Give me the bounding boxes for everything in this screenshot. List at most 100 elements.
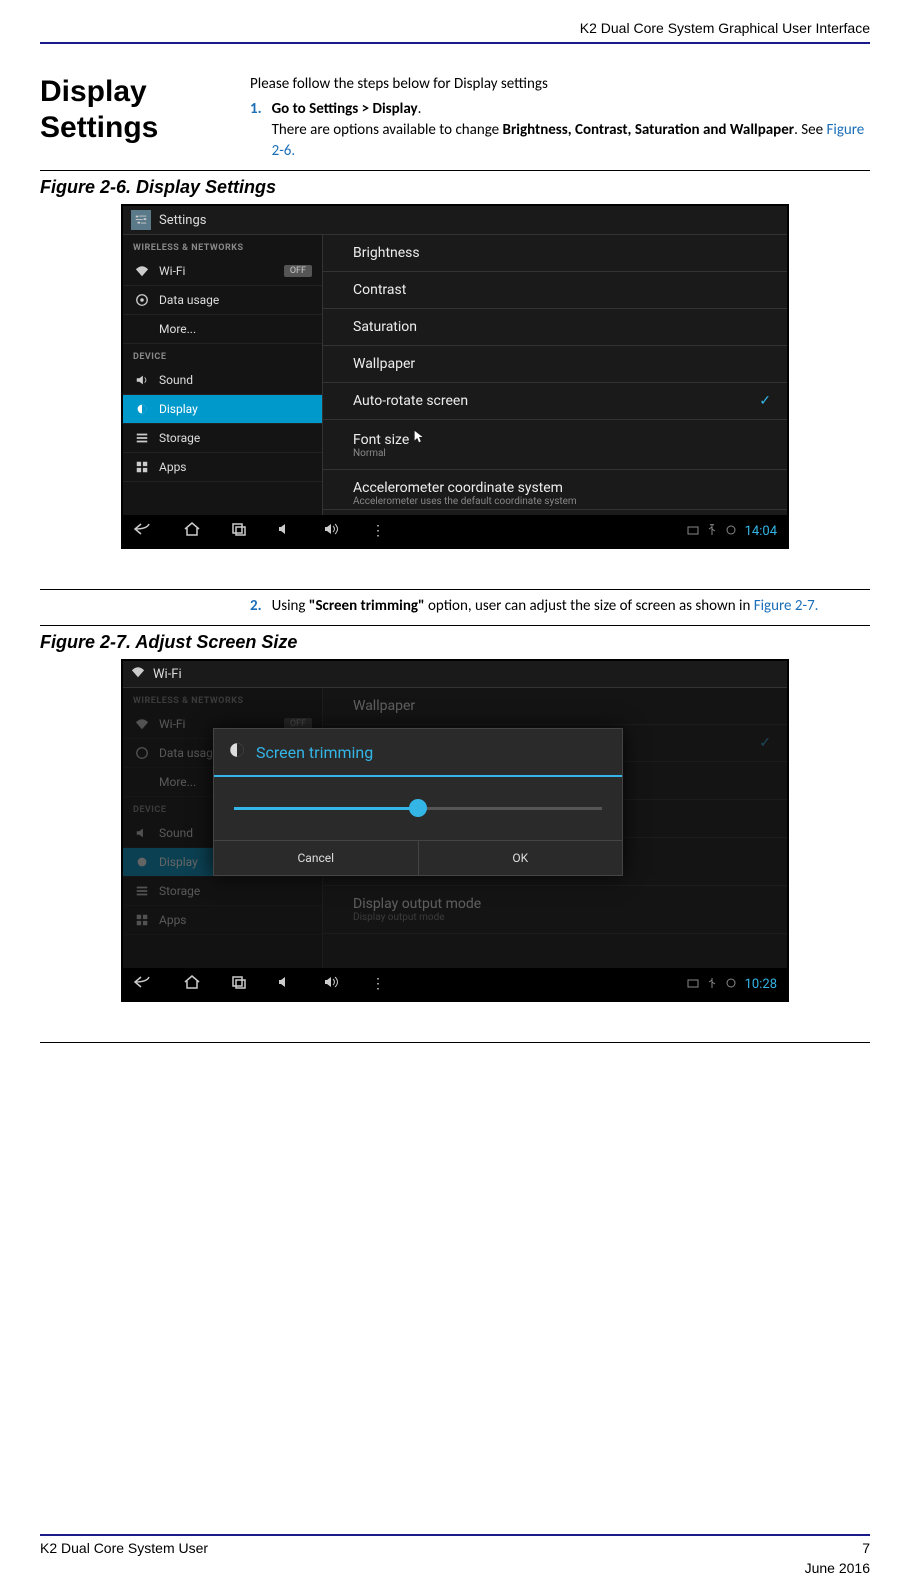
step2-a: Using	[272, 597, 309, 615]
sidebar-item-storage[interactable]: Storage	[123, 424, 322, 453]
rule	[40, 625, 870, 626]
figure-link[interactable]: Figure 2-7.	[754, 597, 819, 615]
display-icon	[133, 855, 151, 869]
nav-back-icon[interactable]	[133, 975, 153, 993]
rule	[40, 589, 870, 590]
status-debug-icon	[725, 524, 737, 539]
rule	[40, 170, 870, 171]
sidebar-label: Data usage	[159, 293, 219, 307]
sidebar-label: Apps	[159, 913, 187, 927]
option-sublabel: Normal	[353, 448, 771, 459]
display-option-fontsize[interactable]: Font size Normal	[323, 420, 787, 470]
sidebar-item-wifi[interactable]: Wi-Fi OFF	[123, 257, 322, 286]
sidebar-label: Display	[159, 402, 198, 416]
sidebar-item-sound[interactable]: Sound	[123, 366, 322, 395]
apps-icon	[133, 460, 151, 474]
footer-left: K2 Dual Core System User	[40, 1540, 208, 1556]
sidebar-item-storage: Storage	[123, 877, 322, 906]
step2-b: option, user can adjust the size of scre…	[425, 597, 754, 615]
display-option-brightness[interactable]: Brightness	[323, 235, 787, 272]
status-usb-icon	[707, 977, 717, 992]
data-icon	[133, 746, 151, 760]
sidebar-label: Display	[159, 855, 198, 869]
status-notify-icon	[687, 977, 699, 992]
sidebar-label: Wi-Fi	[159, 264, 185, 278]
status-time: 10:28	[745, 977, 777, 992]
nav-menu-icon[interactable]: ⋮	[371, 976, 385, 992]
checkbox-checked-icon[interactable]: ✓	[759, 393, 771, 409]
option-label: Accelerometer coordinate system	[353, 480, 563, 496]
sidebar-header: WIRELESS & NETWORKS	[123, 688, 322, 710]
storage-icon	[133, 431, 151, 445]
nav-recent-icon[interactable]	[231, 975, 247, 993]
step1-dot: .	[418, 100, 422, 118]
step2-bold: "Screen trimming"	[309, 597, 425, 615]
sidebar-label: More...	[159, 322, 196, 336]
nav-volup-icon[interactable]	[323, 522, 341, 540]
step-number: 1.	[250, 99, 262, 162]
header-rule	[40, 42, 870, 44]
cursor-icon	[413, 430, 423, 442]
settings-app-icon	[131, 210, 151, 230]
nav-voldown-icon[interactable]	[277, 522, 293, 540]
sidebar-label: More...	[159, 775, 196, 789]
option-label: Auto-rotate screen	[353, 393, 468, 409]
step1-bold: Go to Settings > Display	[272, 100, 418, 118]
sidebar-label: Storage	[159, 884, 200, 898]
step1-body-b: . See	[794, 121, 826, 139]
nav-home-icon[interactable]	[183, 522, 201, 540]
nav-voldown-icon[interactable]	[277, 975, 293, 993]
sidebar-item-apps: Apps	[123, 906, 322, 935]
display-icon	[228, 741, 246, 763]
step-number: 2.	[250, 596, 262, 617]
screenshot-display-settings: Settings WIRELESS & NETWORKS Wi-Fi OFF D…	[121, 204, 789, 549]
header-text: K2 Dual Core System Graphical User Inter…	[40, 0, 870, 42]
sound-icon	[133, 826, 151, 840]
display-option-accel[interactable]: Accelerometer coordinate system Accelero…	[323, 470, 787, 510]
sidebar-item-data[interactable]: Data usage	[123, 286, 322, 315]
display-option-wallpaper: Wallpaper	[323, 688, 787, 725]
rule	[40, 1042, 870, 1043]
sidebar-header: WIRELESS & NETWORKS	[123, 235, 322, 257]
wifi-icon	[131, 665, 145, 683]
sound-icon	[133, 373, 151, 387]
option-sublabel: Accelerometer uses the default coordinat…	[353, 496, 771, 507]
sidebar-item-apps[interactable]: Apps	[123, 453, 322, 482]
sidebar-item-more[interactable]: More...	[123, 315, 322, 344]
display-option-contrast[interactable]: Contrast	[323, 272, 787, 309]
status-time: 14:04	[745, 524, 777, 539]
nav-recent-icon[interactable]	[231, 522, 247, 540]
nav-volup-icon[interactable]	[323, 975, 341, 993]
cancel-button[interactable]: Cancel	[214, 841, 419, 875]
nav-menu-icon[interactable]: ⋮	[371, 523, 385, 539]
display-option-wallpaper[interactable]: Wallpaper	[323, 346, 787, 383]
nav-home-icon[interactable]	[183, 975, 201, 993]
intro-text: Please follow the steps below for Displa…	[250, 74, 870, 95]
sidebar-label: Sound	[159, 373, 193, 387]
display-icon	[133, 402, 151, 416]
nav-back-icon[interactable]	[133, 522, 153, 540]
display-option-saturation[interactable]: Saturation	[323, 309, 787, 346]
status-usb-icon	[707, 524, 717, 539]
figure-caption: Figure 2-6. Display Settings	[40, 177, 870, 198]
sidebar-label: Wi-Fi	[159, 717, 185, 731]
screenshot-title: Settings	[159, 213, 206, 228]
display-option-output: Display output modeDisplay output mode	[323, 886, 787, 934]
trimming-slider[interactable]	[234, 807, 602, 810]
ok-button[interactable]: OK	[419, 841, 623, 875]
sidebar-header: DEVICE	[123, 344, 322, 366]
section-title: Display Settings	[40, 74, 220, 162]
sidebar-label: Data usage	[159, 746, 219, 760]
wifi-toggle[interactable]: OFF	[284, 265, 312, 277]
sidebar-label: Sound	[159, 826, 193, 840]
data-icon	[133, 293, 151, 307]
sidebar-label: Storage	[159, 431, 200, 445]
screenshot-title: Wi-Fi	[153, 667, 182, 682]
sidebar-item-display[interactable]: Display	[123, 395, 322, 424]
slider-thumb[interactable]	[409, 799, 427, 817]
wifi-icon	[133, 717, 151, 731]
step1-body-a: There are options available to change	[272, 121, 503, 139]
status-debug-icon	[725, 977, 737, 992]
display-option-autorotate[interactable]: Auto-rotate screen ✓	[323, 383, 787, 420]
storage-icon	[133, 884, 151, 898]
